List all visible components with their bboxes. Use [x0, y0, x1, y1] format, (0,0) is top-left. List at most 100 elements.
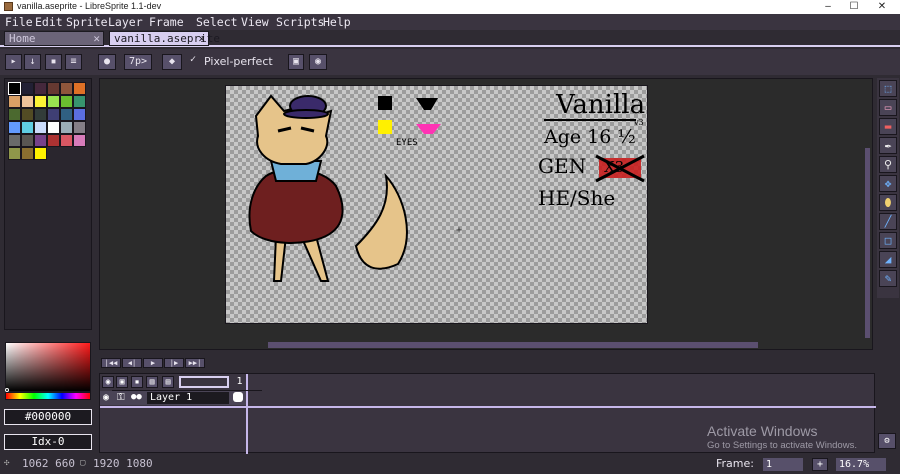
frame-number[interactable]: 1: [234, 376, 245, 388]
palette-swatch[interactable]: [34, 95, 47, 108]
timeline-settings-icon[interactable]: ⚙: [878, 433, 896, 449]
paint-bucket-icon[interactable]: ⬮: [879, 194, 897, 211]
palette-swatch[interactable]: [21, 95, 34, 108]
palette-swatch[interactable]: [8, 134, 21, 147]
folder-icon[interactable]: ▪: [45, 54, 62, 70]
unlock-icon[interactable]: ⚿: [117, 392, 125, 403]
menu-frame[interactable]: Frame: [149, 14, 184, 30]
stabilizer-icon[interactable]: ▣: [288, 54, 304, 70]
palette-swatch[interactable]: [8, 147, 21, 160]
curve-icon[interactable]: ◢: [879, 251, 897, 268]
cel-indicator[interactable]: [233, 392, 243, 402]
layer-header-field[interactable]: [179, 376, 229, 388]
vertical-scrollbar[interactable]: [865, 148, 870, 338]
palette-swatch[interactable]: [8, 95, 21, 108]
palette-swatch[interactable]: [73, 134, 86, 147]
menu-select[interactable]: Select: [196, 14, 238, 30]
link-icon[interactable]: ●●: [131, 392, 142, 402]
list-icon[interactable]: ≡: [65, 54, 82, 70]
menu-edit[interactable]: Edit: [35, 14, 63, 30]
hue-slider[interactable]: [5, 392, 91, 400]
zoom-icon[interactable]: ⚲: [879, 156, 897, 173]
close-tab-icon[interactable]: ✕: [93, 32, 100, 46]
lock-header-icon[interactable]: ▣: [116, 376, 128, 388]
rectangle-icon[interactable]: □: [879, 232, 897, 249]
layer-group-icon[interactable]: ▥: [146, 376, 158, 388]
eraser-tool-icon[interactable]: ▬: [879, 118, 897, 135]
zoom-field[interactable]: 16.7%: [836, 458, 886, 471]
palette-swatch[interactable]: [73, 108, 86, 121]
layer-header-icon[interactable]: ▤: [162, 376, 174, 388]
menu-layer[interactable]: Layer: [108, 14, 143, 30]
play-button[interactable]: ▶: [143, 358, 163, 368]
palette-swatch[interactable]: [21, 147, 34, 160]
palette-swatch[interactable]: [8, 121, 21, 134]
pencil-icon[interactable]: ✎: [879, 270, 897, 287]
add-frame-button[interactable]: +: [812, 458, 828, 471]
continuous-header-icon[interactable]: ▪: [131, 376, 143, 388]
eraser-icon[interactable]: ▭: [879, 99, 897, 116]
palette-swatch[interactable]: [34, 147, 47, 160]
symmetry-icon[interactable]: ◉: [309, 54, 327, 70]
close-window-button[interactable]: ✕: [868, 0, 896, 14]
palette-swatch[interactable]: [47, 134, 60, 147]
palette-swatch[interactable]: [34, 82, 47, 95]
previous-frame-button[interactable]: ◀|: [122, 358, 142, 368]
horizontal-scrollbar[interactable]: [268, 342, 758, 348]
close-tab-icon[interactable]: ✕: [198, 32, 205, 46]
pixel-perfect-checkbox[interactable]: ✓: [190, 54, 196, 65]
menu-view[interactable]: View: [241, 14, 269, 30]
palette-index-field[interactable]: Idx-0: [4, 434, 92, 450]
palette-swatch[interactable]: [21, 134, 34, 147]
menu-file[interactable]: File: [5, 14, 33, 30]
first-frame-button[interactable]: |◀◀: [101, 358, 121, 368]
sprite-size: 1920 1080: [93, 457, 153, 470]
brush-size-button[interactable]: 7p>: [124, 54, 152, 70]
palette-swatch[interactable]: [34, 108, 47, 121]
brush-type-button[interactable]: ●: [98, 54, 116, 70]
move-icon[interactable]: ✥: [879, 175, 897, 192]
new-frame-icon[interactable]: ▸: [5, 54, 22, 70]
palette-swatch[interactable]: [34, 134, 47, 147]
layer-name[interactable]: Layer 1: [147, 392, 229, 404]
palette-swatch[interactable]: [60, 108, 73, 121]
palette-swatch[interactable]: [21, 108, 34, 121]
rectangle-marquee-icon[interactable]: ⬚: [879, 80, 897, 97]
menu-sprite[interactable]: Sprite: [66, 14, 108, 30]
palette-swatch[interactable]: [60, 134, 73, 147]
menu-help[interactable]: Help: [323, 14, 351, 30]
save-icon[interactable]: ↓: [24, 54, 41, 70]
palette-swatch[interactable]: [73, 95, 86, 108]
layer-row[interactable]: ◉ ⚿ ●● Layer 1: [100, 391, 246, 405]
palette-swatch[interactable]: [47, 108, 60, 121]
palette-swatch[interactable]: [73, 121, 86, 134]
next-frame-button[interactable]: |▶: [164, 358, 184, 368]
frame-input[interactable]: 1: [763, 458, 803, 471]
palette-swatch[interactable]: [60, 95, 73, 108]
palette-swatch[interactable]: [21, 121, 34, 134]
palette-swatch[interactable]: [8, 82, 21, 95]
eye-icon[interactable]: ◉: [103, 392, 109, 403]
menu-scripts[interactable]: Scripts: [276, 14, 324, 30]
sprite-canvas[interactable]: Vanilla v3 Age 16 ½ GEN X3 HE/She EYES +: [225, 85, 648, 324]
hex-color-field[interactable]: #000000: [4, 409, 92, 425]
palette-swatch[interactable]: [60, 121, 73, 134]
line-icon[interactable]: ╱: [879, 213, 897, 230]
color-spectrum[interactable]: [5, 342, 91, 392]
minimize-button[interactable]: –: [814, 0, 842, 14]
tab-home[interactable]: Home ✕: [4, 31, 104, 46]
palette-swatch[interactable]: [47, 82, 60, 95]
palette-swatch[interactable]: [8, 108, 21, 121]
visibility-header-icon[interactable]: ◉: [102, 376, 114, 388]
palette-swatch[interactable]: [47, 95, 60, 108]
last-frame-button[interactable]: ▶▶|: [185, 358, 205, 368]
palette-swatch[interactable]: [73, 82, 86, 95]
palette-swatch[interactable]: [60, 82, 73, 95]
eyedropper-icon[interactable]: ✒: [879, 137, 897, 154]
maximize-button[interactable]: ☐: [840, 0, 868, 14]
palette-swatch[interactable]: [21, 82, 34, 95]
ink-type-icon[interactable]: ◆: [162, 54, 182, 70]
tab-vanilla-file[interactable]: vanilla.aseprite ✕: [109, 31, 220, 46]
palette-swatch[interactable]: [34, 121, 47, 134]
palette-swatch[interactable]: [47, 121, 60, 134]
